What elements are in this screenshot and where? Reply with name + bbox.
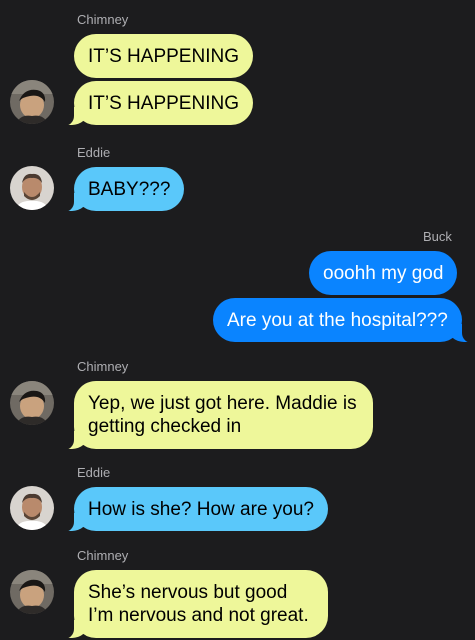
- message-text: How is she? How are you?: [88, 498, 314, 520]
- sender-name-chimney: Chimney: [77, 548, 129, 563]
- chimney-avatar[interactable]: [10, 80, 54, 124]
- message-text-line: Yep, we just got here. Maddie is: [88, 393, 357, 414]
- chimney-avatar[interactable]: [10, 381, 54, 425]
- message-text-line: I’m nervous and not great.: [88, 605, 309, 626]
- chimney-avatar[interactable]: [10, 570, 54, 614]
- eddie-avatar[interactable]: [10, 166, 54, 210]
- message-bubble[interactable]: Yep, we just got here. Maddie is getting…: [61, 381, 373, 450]
- sender-name-eddie: Eddie: [77, 465, 111, 480]
- message-text-line: She’s nervous but good: [88, 582, 288, 603]
- message-bubble[interactable]: IT’S HAPPENING: [61, 81, 253, 126]
- sender-name-chimney: Chimney: [77, 359, 129, 374]
- message-bubble[interactable]: IT’S HAPPENING: [74, 34, 253, 78]
- sender-name-eddie: Eddie: [77, 145, 111, 160]
- message-text: Are you at the hospital???: [227, 309, 448, 331]
- message-text: BABY???: [88, 178, 171, 200]
- eddie-avatar[interactable]: [10, 486, 54, 530]
- message-bubble[interactable]: ooohh my god: [309, 251, 458, 295]
- message-bubble[interactable]: Are you at the hospital???: [213, 298, 475, 343]
- message-bubble[interactable]: BABY???: [60, 167, 185, 212]
- sender-name-buck: Buck: [423, 229, 452, 244]
- message-bubble[interactable]: She’s nervous but good I’m nervous and n…: [61, 570, 328, 639]
- sender-name-chimney: Chimney: [77, 12, 129, 27]
- message-text: IT’S HAPPENING: [88, 92, 239, 114]
- message-text-line: getting checked in: [88, 416, 242, 437]
- message-bubble[interactable]: How is she? How are you?: [61, 487, 328, 532]
